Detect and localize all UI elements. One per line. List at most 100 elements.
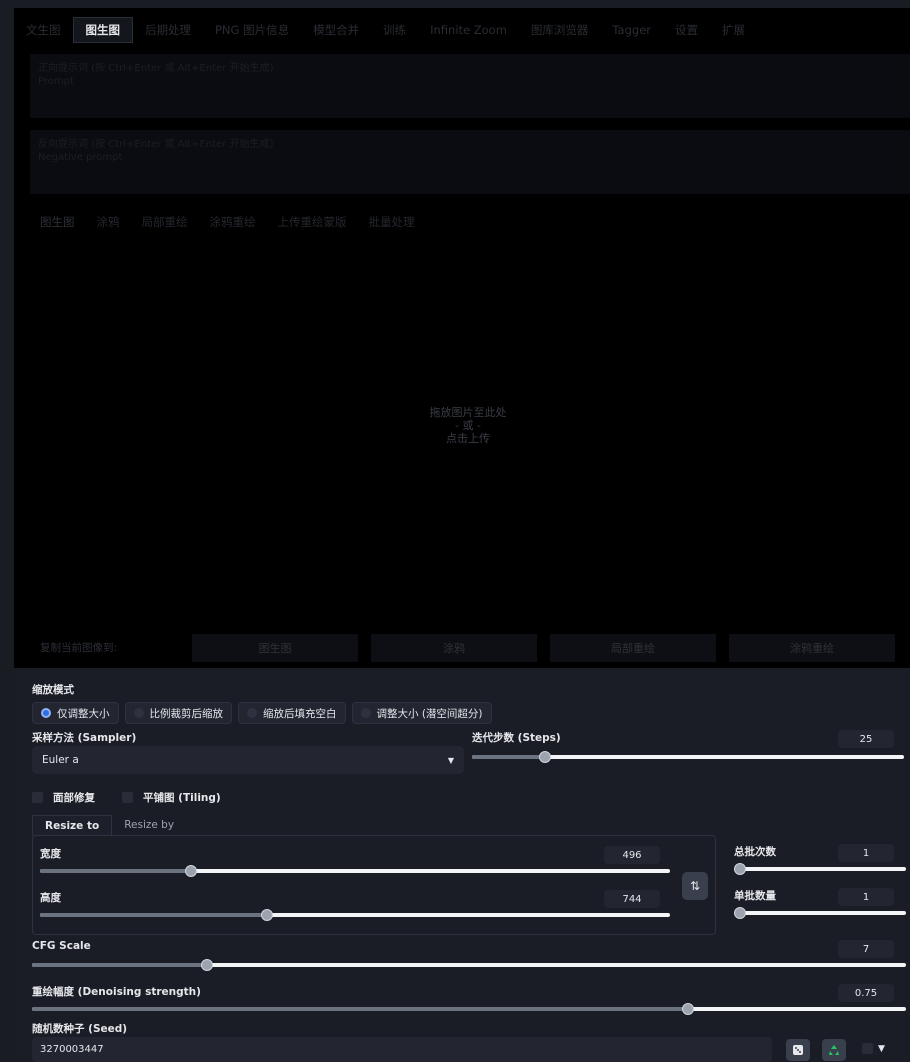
tab-settings[interactable]: 设置 (663, 18, 710, 42)
tab-txt2img[interactable]: 文生图 (14, 18, 73, 42)
resize-mode-radio-group: 仅调整大小 比例裁剪后缩放 缩放后填充空白 调整大小 (潜空间超分) (32, 702, 492, 724)
tab-png-info[interactable]: PNG 图片信息 (203, 18, 301, 42)
slider-fill (472, 755, 545, 759)
copy-to-sketch-button[interactable]: 涂鸦 (371, 634, 537, 662)
slider-thumb[interactable] (682, 1003, 694, 1015)
copy-to-inpaint-button[interactable]: 局部重绘 (550, 634, 716, 662)
subtab-batch[interactable]: 批量处理 (365, 212, 419, 232)
chevron-down-icon: ▼ (447, 755, 454, 765)
checkbox-box[interactable] (32, 792, 43, 803)
resize-mode-option-label: 缩放后填充空白 (263, 707, 337, 720)
copy-to-img2img-button[interactable]: 图生图 (192, 634, 358, 662)
tab-tagger[interactable]: Tagger (600, 19, 663, 41)
slider-fill (40, 869, 191, 873)
checkbox-box[interactable] (122, 792, 133, 803)
negative-prompt-placeholder: 反向提示词 (按 Ctrl+Enter 或 Alt+Enter 开始生成) (38, 139, 274, 150)
width-slider[interactable] (40, 865, 670, 877)
tab-img2img[interactable]: 图生图 (72, 17, 133, 43)
dice-icon (793, 1045, 803, 1055)
cfg-input[interactable]: 7 (838, 940, 894, 958)
extra-seed-toggle[interactable]: ▼ (862, 1043, 885, 1054)
subtab-inpaint-upload[interactable]: 上传重绘蒙版 (274, 212, 351, 232)
slider-thumb[interactable] (201, 959, 213, 971)
sampler-dropdown[interactable]: Euler a ▼ (32, 746, 464, 774)
slider-thumb[interactable] (539, 751, 551, 763)
batch-size-input[interactable]: 1 (838, 888, 894, 906)
width-label: 宽度 (40, 848, 61, 860)
swap-dimensions-button[interactable]: ⇅ (682, 872, 708, 900)
resize-mode-option-just-resize[interactable]: 仅调整大小 (32, 702, 119, 724)
drop-line-1: 拖放图片至此处 (429, 406, 507, 419)
slider-thumb[interactable] (185, 865, 197, 877)
slider-fill (32, 963, 207, 967)
sampler-label: 采样方法 (Sampler) (32, 732, 137, 744)
steps-input[interactable]: 25 (838, 730, 894, 748)
batch-count-slider[interactable] (734, 863, 906, 875)
resize-mode-option-label: 仅调整大小 (57, 707, 110, 720)
tab-extras[interactable]: 后期处理 (133, 18, 203, 42)
drop-instructions: 拖放图片至此处 - 或 - 点击上传 (30, 406, 906, 445)
prompt-hint: Prompt (38, 76, 74, 87)
denoise-input[interactable]: 0.75 (838, 984, 894, 1002)
main-tab-bar: 文生图 图生图 后期处理 PNG 图片信息 模型合并 训练 Infinite Z… (14, 10, 757, 50)
steps-label: 迭代步数 (Steps) (472, 732, 561, 744)
subtab-img2img[interactable]: 图生图 (36, 212, 79, 232)
width-input[interactable]: 496 (604, 846, 660, 864)
subtab-inpaint[interactable]: 局部重绘 (138, 212, 192, 232)
swap-icon: ⇅ (689, 879, 701, 893)
drop-line-3: 点击上传 (446, 432, 490, 445)
batch-size-slider[interactable] (734, 907, 906, 919)
denoise-label: 重绘幅度 (Denoising strength) (32, 986, 201, 998)
negative-prompt-textarea[interactable]: 反向提示词 (按 Ctrl+Enter 或 Alt+Enter 开始生成) Ne… (30, 130, 910, 194)
batch-count-label: 总批次数 (734, 846, 776, 858)
tab-train[interactable]: 训练 (371, 18, 418, 42)
resize-mode-option-latent-upscale[interactable]: 调整大小 (潜空间超分) (351, 702, 492, 724)
denoise-slider[interactable] (32, 1003, 906, 1015)
random-seed-button[interactable] (786, 1039, 810, 1061)
slider-thumb[interactable] (261, 909, 273, 921)
negative-prompt-hint: Negative prompt (38, 152, 123, 163)
subtab-inpaint-sketch[interactable]: 涂鸦重绘 (206, 212, 260, 232)
steps-slider[interactable] (472, 751, 904, 763)
copy-to-inpaint-sketch-button[interactable]: 涂鸦重绘 (729, 634, 895, 662)
face-restore-label: 面部修复 (53, 792, 95, 804)
tiling-label: 平铺图 (Tiling) (143, 792, 221, 804)
reuse-seed-button[interactable] (822, 1039, 846, 1061)
radio-dot (360, 708, 371, 718)
resize-mode-option-crop-resize[interactable]: 比例裁剪后缩放 (124, 702, 232, 724)
tab-image-browser[interactable]: 图库浏览器 (519, 18, 601, 42)
resize-mode-option-fill[interactable]: 缩放后填充空白 (238, 702, 346, 724)
prompt-textarea[interactable]: 正向提示词 (按 Ctrl+Enter 或 Alt+Enter 开始生成) Pr… (30, 54, 910, 118)
recycle-icon (829, 1045, 839, 1055)
extra-arrow-icon: ▼ (878, 1043, 885, 1054)
seed-input[interactable]: 3270003447 (32, 1037, 772, 1062)
checkbox-box[interactable] (862, 1043, 873, 1054)
slider-thumb[interactable] (734, 907, 746, 919)
height-label: 高度 (40, 892, 61, 904)
cfg-label: CFG Scale (32, 940, 91, 952)
tab-resize-to[interactable]: Resize to (32, 815, 113, 836)
img2img-sub-tabs: 图生图 涂鸦 局部重绘 涂鸦重绘 上传重绘蒙版 批量处理 (36, 212, 419, 232)
tiling-checkbox[interactable]: 平铺图 (Tiling) (122, 790, 221, 805)
subtab-sketch[interactable]: 涂鸦 (93, 212, 124, 232)
cfg-slider[interactable] (32, 959, 906, 971)
height-input[interactable]: 744 (604, 890, 660, 908)
tab-checkpoint-merger[interactable]: 模型合并 (301, 18, 371, 42)
copy-image-row: 复制当前图像到: 图生图 涂鸦 局部重绘 涂鸦重绘 (14, 634, 910, 664)
prompt-placeholder: 正向提示词 (按 Ctrl+Enter 或 Alt+Enter 开始生成) (38, 63, 274, 74)
slider-thumb[interactable] (734, 863, 746, 875)
tab-resize-by[interactable]: Resize by (112, 815, 186, 836)
seed-value: 3270003447 (40, 1044, 104, 1055)
tab-extensions[interactable]: 扩展 (710, 18, 757, 42)
radio-dot (247, 708, 257, 718)
sampler-value: Euler a (42, 754, 79, 766)
height-slider[interactable] (40, 909, 670, 921)
copy-to-label: 复制当前图像到: (40, 642, 118, 654)
tab-infinite-zoom[interactable]: Infinite Zoom (418, 19, 519, 41)
seed-label: 随机数种子 (Seed) (32, 1023, 128, 1035)
batch-size-label: 单批数量 (734, 890, 776, 902)
face-restore-checkbox[interactable]: 面部修复 (32, 790, 95, 805)
resize-mode-label: 缩放模式 (32, 684, 74, 696)
batch-count-input[interactable]: 1 (838, 844, 894, 862)
image-drop-area[interactable]: 拖放图片至此处 - 或 - 点击上传 (30, 236, 906, 626)
